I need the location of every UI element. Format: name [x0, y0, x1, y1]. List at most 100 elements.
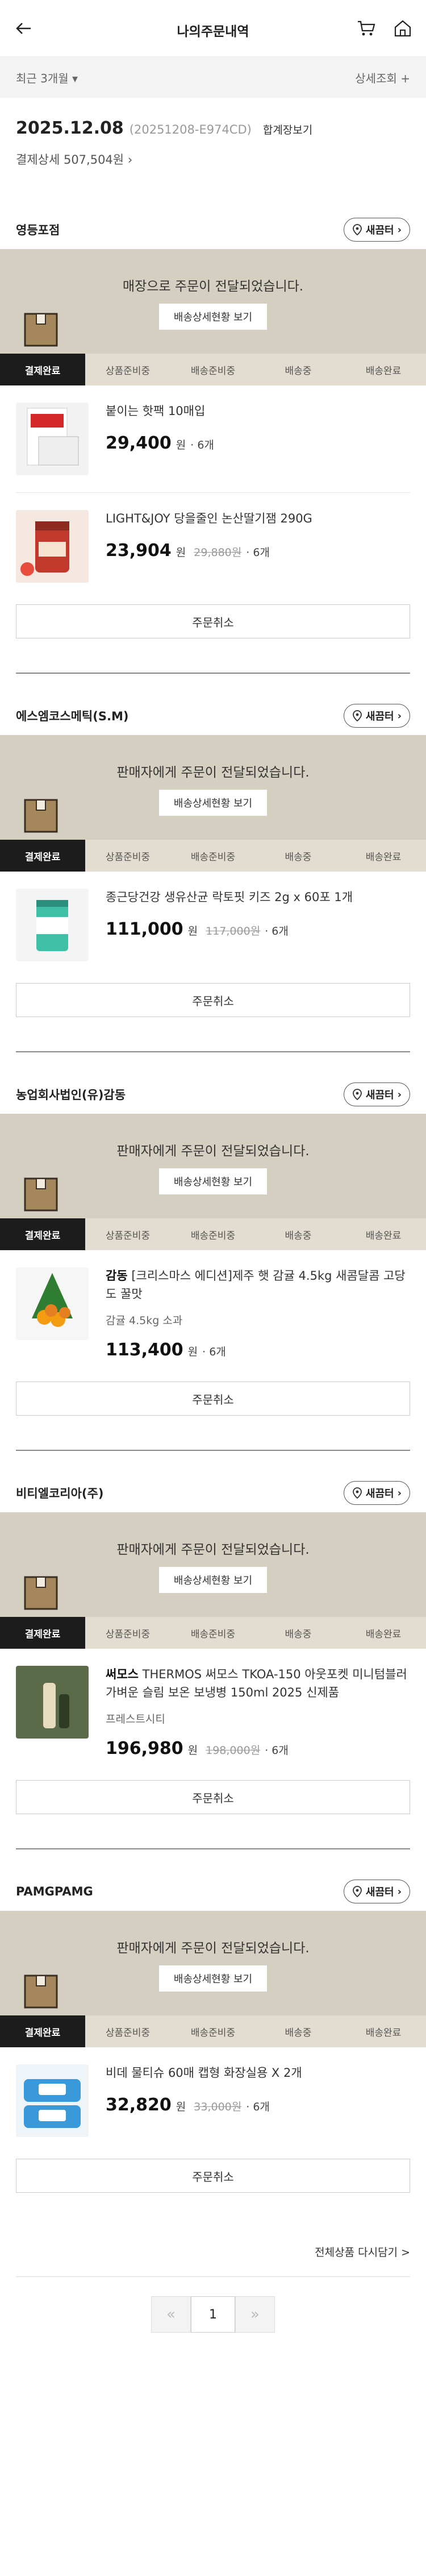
- price-row: 113,400 원 · 6개: [106, 1340, 410, 1360]
- item-price: 32,820: [106, 2094, 172, 2115]
- progress-step: 배송완료: [365, 365, 402, 377]
- store-header: 에스엠코스메틱(S.M) 새끔터 ›: [0, 696, 426, 735]
- product-image-jam[interactable]: [16, 510, 89, 583]
- cancel-order-button[interactable]: 주문취소: [16, 604, 410, 638]
- store-header: 비티엘코리아(주) 새끔터 ›: [0, 1474, 426, 1512]
- order-status-banner: 판매자에게 주문이 전달되었습니다. 배송상세현황 보기 결제완료 상품준비중 배송준비…: [0, 1512, 426, 1649]
- status-message: 판매자에게 주문이 전달되었습니다.: [116, 1144, 310, 1159]
- product-name[interactable]: 종근당건강 생유산균 락토핏 키즈 2g x 60포 1개: [106, 889, 410, 907]
- chevron-right-icon: ›: [397, 1088, 402, 1101]
- caret-down-icon: ▾: [72, 71, 78, 85]
- location-pin-icon: [352, 1487, 362, 1499]
- product-image-probiotic[interactable]: [16, 889, 89, 961]
- app-header: [0, 0, 426, 57]
- store-name: 비티엘코리아(주): [16, 1487, 104, 1500]
- next-page-button[interactable]: »: [235, 2296, 275, 2333]
- box-icon: [24, 1974, 58, 2009]
- product-name[interactable]: 붙이는 핫팩 10매입: [106, 403, 410, 421]
- order-status-banner: 매장으로 주문이 전달되었습니다. 배송상세현황 보기 결제완료 상품준비중 배송준비중…: [0, 249, 426, 385]
- cart-icon[interactable]: [357, 19, 376, 38]
- progress-step: 결제완료: [0, 2015, 85, 2047]
- delivery-detail-button[interactable]: 배송상세현황 보기: [159, 790, 267, 816]
- currency-unit: 원: [176, 438, 186, 451]
- receipt-link[interactable]: 합계장보기: [263, 122, 312, 137]
- progress-step: 배송중: [285, 851, 312, 863]
- progress-step: 배송중: [285, 1628, 312, 1640]
- delivery-detail-button[interactable]: 배송상세현황 보기: [159, 304, 267, 330]
- order-item[interactable]: 감동 [크리스마스 에디션]제주 햇 감귤 4.5kg 새콤달콤 고당도 꿀맛 감…: [0, 1250, 426, 1377]
- pagination: « 1 »: [0, 2296, 426, 2333]
- product-image-wipes[interactable]: [16, 2064, 89, 2137]
- cancel-order-button[interactable]: 주문취소: [16, 2159, 410, 2193]
- store-section: 농업회사법인(유)감동 새끔터 › 판매자에게 주문이 전달되었습니다. 배송상세현황 …: [0, 1075, 426, 1474]
- period-select[interactable]: 최근 3개월 ▾: [16, 69, 78, 86]
- product-name[interactable]: 써모스 THERMOS 써모스 TKOA-150 아웃포켓 미니텀블러 가벼운 …: [106, 1666, 410, 1702]
- reorder-all-link[interactable]: 전체상품 다시담기 >: [0, 2227, 426, 2276]
- order-item[interactable]: 종근당건강 생유산균 락토핏 키즈 2g x 60포 1개 111,000 원 117…: [0, 872, 426, 978]
- progress-step: 배송완료: [365, 1230, 402, 1242]
- product-image-tangerine[interactable]: [16, 1267, 89, 1340]
- price-row: 196,980 원 198,000원 · 6개: [106, 1739, 410, 1758]
- current-page[interactable]: 1: [191, 2296, 235, 2333]
- location-pin-icon: [352, 1886, 362, 1897]
- store-name: 에스엠코스메틱(S.M): [16, 710, 129, 723]
- order-summary: 2025.12.08 (20251208-E974CD) 합계장보기 결제상세 …: [0, 98, 426, 210]
- item-price: 29,400: [106, 433, 172, 453]
- currency-unit: 원: [187, 1346, 198, 1358]
- item-quantity: · 6개: [265, 924, 289, 938]
- product-name[interactable]: 비데 물티슈 60매 캡형 화장실용 X 2개: [106, 2064, 410, 2083]
- status-message: 판매자에게 주문이 전달되었습니다.: [116, 1941, 310, 1956]
- product-brand: 감동: [106, 1269, 128, 1283]
- shelter-button[interactable]: 새끔터 ›: [343, 1481, 410, 1505]
- order-status-banner: 판매자에게 주문이 전달되었습니다. 배송상세현황 보기 결제완료 상품준비중 배송준비…: [0, 1114, 426, 1250]
- store-section: PAMGPAMG 새끔터 › 판매자에게 주문이 전달되었습니다. 배송상세현황 보기 결…: [0, 1872, 426, 2227]
- product-name[interactable]: LIGHT&JOY 당을줄인 논산딸기잼 290G: [106, 510, 410, 528]
- chevron-right-icon: ›: [397, 1487, 402, 1499]
- order-item[interactable]: 붙이는 핫팩 10매입 29,400 원 · 6개: [0, 385, 426, 492]
- delivery-detail-button[interactable]: 배송상세현황 보기: [159, 1965, 267, 1992]
- cancel-order-button[interactable]: 주문취소: [16, 1382, 410, 1416]
- payment-detail-link[interactable]: 결제상세 507,504원 ›: [16, 151, 410, 168]
- cancel-order-button[interactable]: 주문취소: [16, 983, 410, 1017]
- detail-search-link[interactable]: 상세조회 +: [355, 69, 410, 86]
- product-image-tumbler[interactable]: [16, 1666, 89, 1739]
- order-item[interactable]: 써모스 THERMOS 써모스 TKOA-150 아웃포켓 미니텀블러 가벼운 …: [0, 1649, 426, 1776]
- store-header: 농업회사법인(유)감동 새끔터 ›: [0, 1075, 426, 1114]
- chevron-right-icon: ›: [397, 710, 402, 722]
- item-price: 111,000: [106, 919, 183, 939]
- order-item[interactable]: LIGHT&JOY 당을줄인 논산딸기잼 290G 23,904 원 29,880원 ·…: [0, 493, 426, 600]
- item-info: 감동 [크리스마스 에디션]제주 햇 감귤 4.5kg 새콤달콤 고당도 꿀맛 감…: [106, 1267, 410, 1360]
- product-name[interactable]: 감동 [크리스마스 에디션]제주 햇 감귤 4.5kg 새콤달콤 고당도 꿀맛: [106, 1267, 410, 1303]
- prev-page-button[interactable]: «: [151, 2296, 191, 2333]
- delivery-detail-button[interactable]: 배송상세현황 보기: [159, 1168, 267, 1194]
- progress-step: 결제완료: [0, 1218, 85, 1250]
- progress-step: 배송중: [285, 1230, 312, 1242]
- item-price: 113,400: [106, 1340, 183, 1360]
- price-row: 111,000 원 117,000원 · 6개: [106, 919, 410, 939]
- original-price: 33,000원: [194, 2100, 242, 2113]
- back-arrow-icon[interactable]: [14, 18, 34, 39]
- order-progress-steps: 결제완료 상품준비중 배송준비중 배송중 배송완료: [0, 1218, 426, 1250]
- progress-step: 배송중: [285, 2027, 312, 2039]
- home-icon[interactable]: [393, 19, 412, 38]
- price-row: 32,820 원 33,000원 · 6개: [106, 2095, 410, 2115]
- shelter-button[interactable]: 새끔터 ›: [343, 1082, 410, 1106]
- shelter-button[interactable]: 새끔터 ›: [343, 1880, 410, 1903]
- shelter-button[interactable]: 새끔터 ›: [343, 704, 410, 728]
- progress-step: 배송준비중: [190, 1230, 236, 1242]
- cancel-order-button[interactable]: 주문취소: [16, 1780, 410, 1814]
- shelter-button[interactable]: 새끔터 ›: [343, 218, 410, 242]
- item-info: 써모스 THERMOS 써모스 TKOA-150 아웃포켓 미니텀블러 가벼운 …: [106, 1666, 410, 1758]
- order-item[interactable]: 비데 물티슈 60매 캡형 화장실용 X 2개 32,820 원 33,000원 · 6…: [0, 2047, 426, 2154]
- product-image-hotpack[interactable]: [16, 403, 89, 475]
- filter-bar: 최근 3개월 ▾ 상세조회 +: [0, 57, 426, 98]
- product-option: 프레스트시티: [106, 1713, 165, 1725]
- item-quantity: · 6개: [202, 1346, 226, 1358]
- item-quantity: · 6개: [265, 1744, 289, 1757]
- currency-unit: 원: [176, 2100, 186, 2113]
- delivery-detail-button[interactable]: 배송상세현황 보기: [159, 1567, 267, 1593]
